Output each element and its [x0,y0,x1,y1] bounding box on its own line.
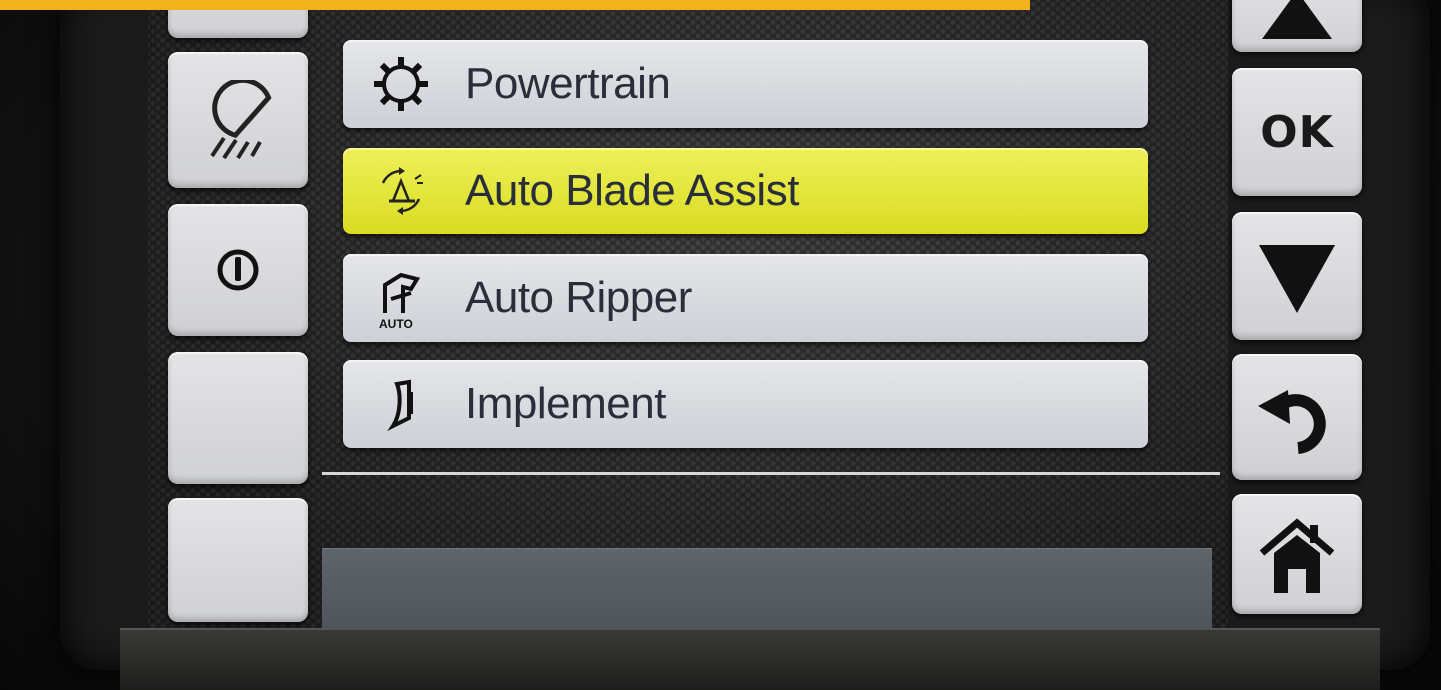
work-lights-icon [210,80,272,160]
up-button[interactable] [1232,0,1362,52]
back-button[interactable] [1232,354,1362,480]
top-strip [0,0,1030,10]
bezel-bottom [120,628,1380,690]
power-icon [217,249,259,291]
home-icon [1259,518,1335,593]
ok-label: OK [1260,106,1334,158]
gear-icon [371,54,431,114]
menu-item-label: Auto Blade Assist [465,166,799,215]
arrow-up-icon [1262,0,1332,39]
menu-item-label: Powertrain [465,59,671,108]
status-bar [322,548,1212,629]
menu-item-auto-ripper[interactable]: AUTO Auto Ripper [343,254,1148,342]
blank-button-1[interactable] [168,352,308,484]
menu-item-implement[interactable]: Implement [343,360,1148,448]
auto-ripper-icon: AUTO [371,268,431,331]
menu-item-label: Implement [465,379,666,428]
ok-button[interactable]: OK [1232,68,1362,196]
implement-icon [371,374,431,434]
menu-item-powertrain[interactable]: Powertrain [343,40,1148,128]
arrow-down-icon [1259,245,1335,313]
work-lights-button[interactable] [168,52,308,188]
divider [322,472,1220,475]
home-button[interactable] [1232,494,1362,614]
auto-blade-assist-icon [371,161,431,221]
auto-caption: AUTO [379,317,413,331]
power-button[interactable] [168,204,308,336]
display-unit: Powertrain Auto Blade Assist AUTO Auto R… [0,0,1441,690]
back-icon [1258,390,1326,454]
menu-item-auto-blade-assist[interactable]: Auto Blade Assist [343,148,1148,234]
down-button[interactable] [1232,212,1362,340]
menu-item-label: Auto Ripper [465,273,692,322]
blank-button-2[interactable] [168,498,308,622]
